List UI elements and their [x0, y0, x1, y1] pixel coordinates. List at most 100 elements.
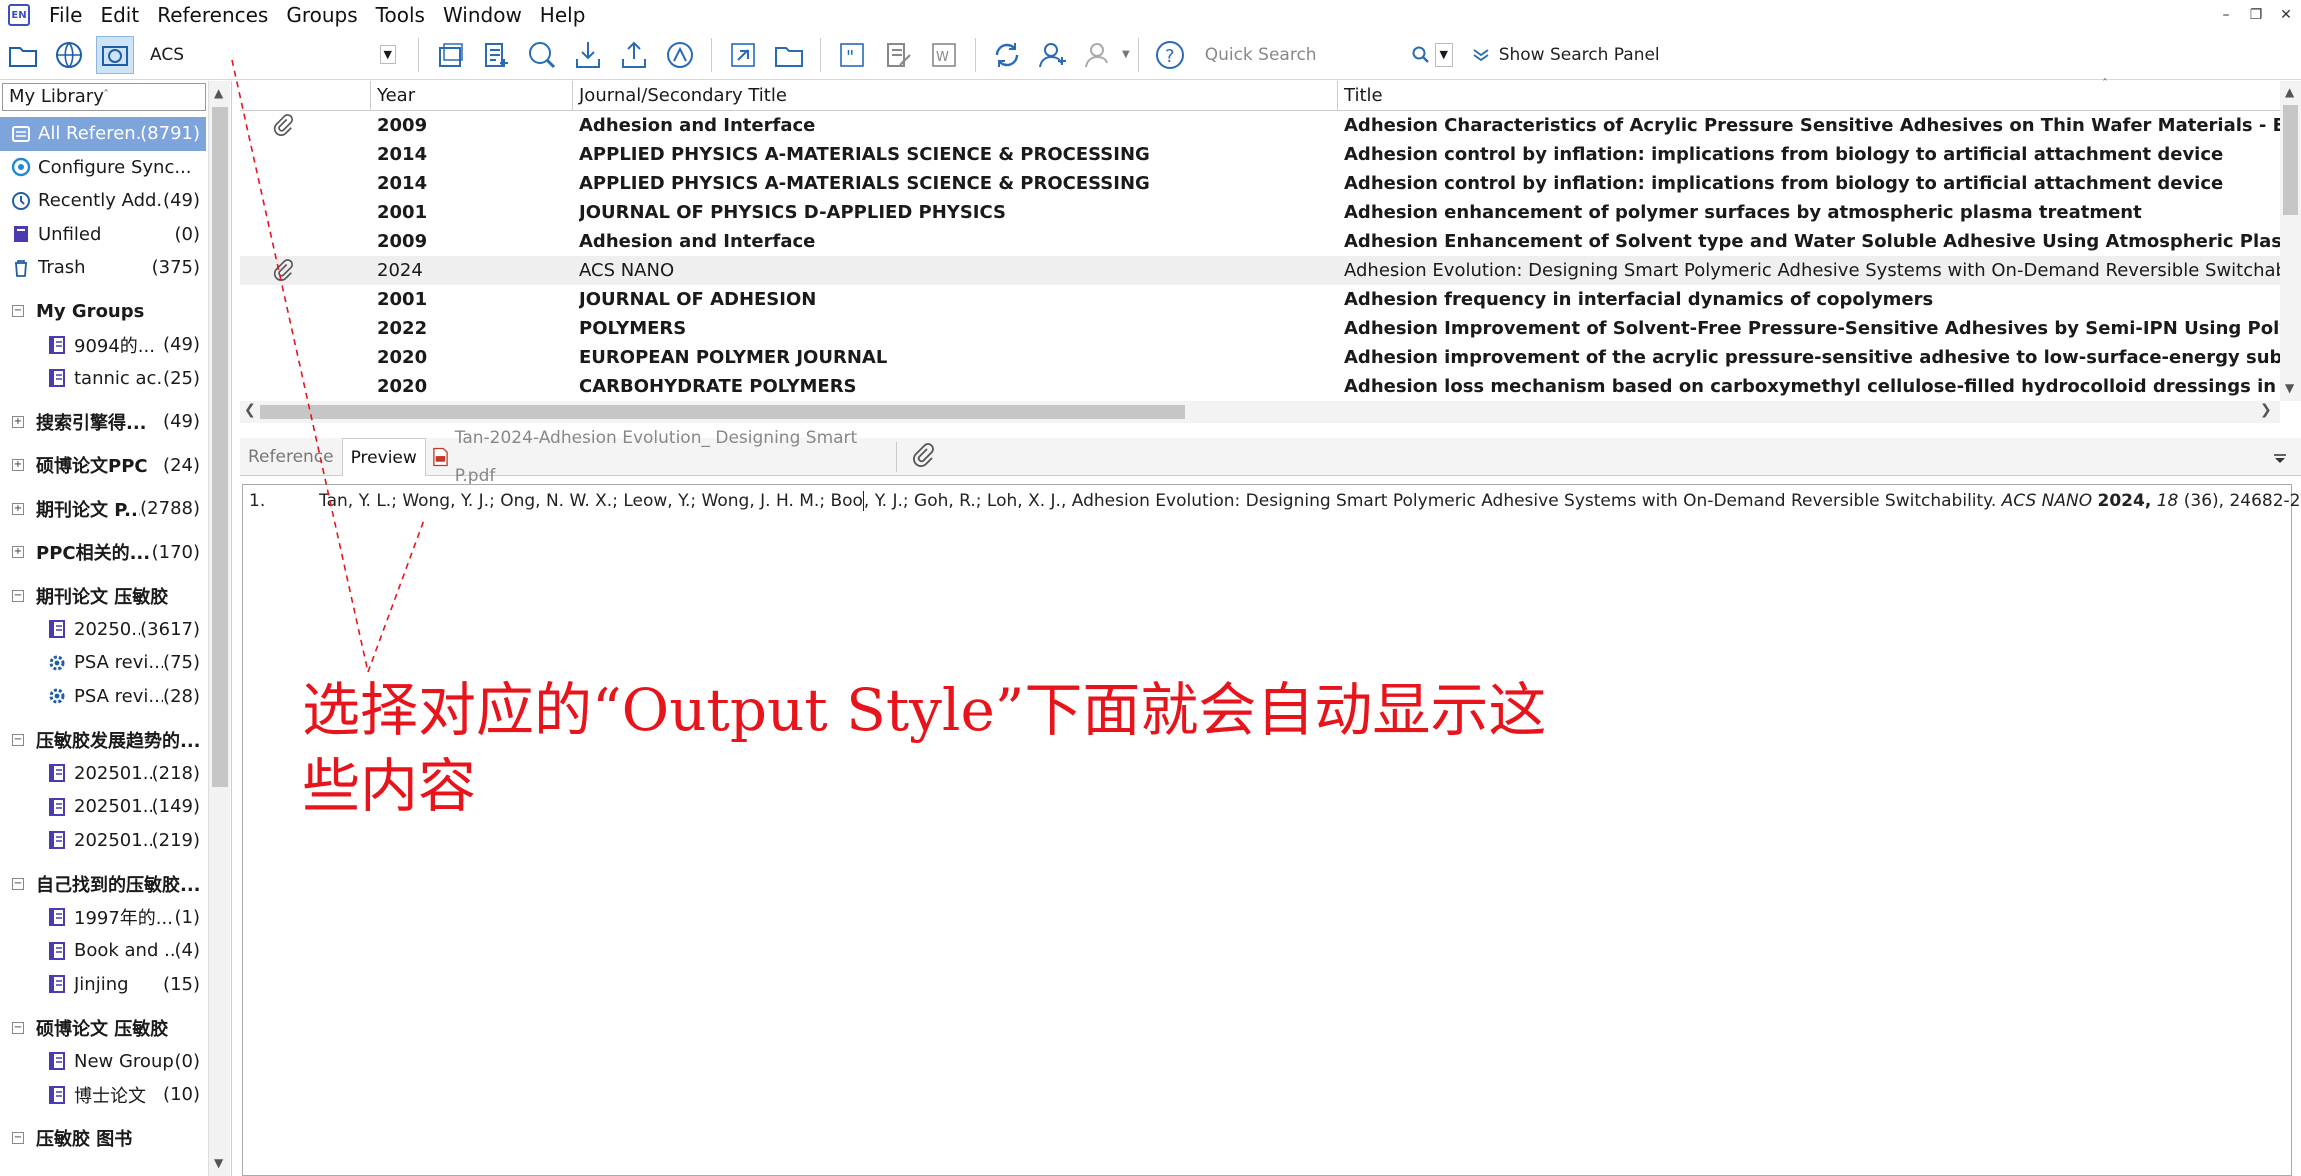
menu-references[interactable]: References	[148, 0, 277, 30]
library-item-trash[interactable]: Trash (375)	[0, 251, 206, 285]
group-set-header[interactable]: + 搜索引擎得... (49)	[0, 405, 206, 439]
collapse-icon[interactable]: −	[12, 589, 24, 602]
my-library-header[interactable]: My Library ˆ	[2, 83, 206, 111]
open-file-icon[interactable]	[770, 36, 808, 74]
group-item[interactable]: 202501... (149)	[0, 790, 206, 824]
table-row[interactable]: 2022 POLYMERS Adhesion Improvement of Solv…	[240, 314, 2280, 343]
column-title[interactable]: Title	[1337, 81, 2280, 111]
group-item[interactable]: Book and ... (4)	[0, 934, 206, 968]
group-set-header[interactable]: − 自己找到的压敏胶...	[0, 867, 206, 901]
table-row[interactable]: 2001 JOURNAL OF PHYSICS D-APPLIED PHYSICS…	[240, 198, 2280, 227]
search-icon[interactable]	[1407, 39, 1435, 71]
table-row[interactable]: 2020 CARBOHYDRATE POLYMERS Adhesion loss m…	[240, 372, 2280, 401]
menu-tools[interactable]: Tools	[367, 0, 434, 30]
scroll-down-icon[interactable]: ▼	[214, 1156, 223, 1170]
column-attachment[interactable]	[240, 81, 326, 111]
new-reference-icon[interactable]	[477, 36, 515, 74]
online-search-icon[interactable]	[50, 36, 88, 74]
show-search-panel-button[interactable]: Show Search Panel	[1471, 45, 1660, 65]
group-item[interactable]: tannic ac...(25)	[0, 362, 206, 396]
scrollbar-thumb[interactable]	[212, 107, 228, 787]
collapse-icon[interactable]: −	[12, 877, 24, 890]
group-item[interactable]: 202501... (218)	[0, 757, 206, 791]
collapse-icon[interactable]: −	[12, 1021, 24, 1034]
find-full-text-icon[interactable]	[523, 36, 561, 74]
column-journal[interactable]: Journal/Secondary Title	[572, 81, 1112, 111]
table-row[interactable]: 2009 Adhesion and Interface Adhesion Enhan…	[240, 227, 2280, 256]
restore-icon[interactable]: ❐	[2241, 0, 2271, 30]
scroll-up-icon[interactable]: ▲	[214, 86, 223, 100]
expand-icon[interactable]: +	[12, 415, 24, 428]
integrated-library-icon[interactable]	[96, 35, 134, 74]
expand-icon[interactable]: +	[12, 459, 24, 472]
help-icon[interactable]: ?	[1151, 36, 1189, 74]
group-item[interactable]: PSA revi... (28)	[0, 680, 206, 714]
menu-file[interactable]: File	[40, 0, 91, 30]
expand-icon[interactable]: +	[12, 502, 24, 515]
group-share-icon[interactable]	[1080, 36, 1118, 74]
library-item-recently-add[interactable]: Recently Add... (49)	[0, 184, 206, 218]
scrollbar-thumb[interactable]	[260, 405, 1185, 419]
group-item[interactable]: Jinjing (15)	[0, 968, 206, 1002]
expand-icon[interactable]: +	[12, 546, 24, 559]
collapse-icon[interactable]: −	[12, 1132, 24, 1145]
group-item[interactable]: 9094的... (49)	[0, 328, 206, 362]
quick-search-input[interactable]: Quick Search	[1197, 39, 1407, 71]
sync-icon[interactable]	[988, 36, 1026, 74]
word-icon[interactable]: W	[925, 36, 963, 74]
menu-help[interactable]: Help	[531, 0, 595, 30]
insert-citation-icon[interactable]: "	[833, 36, 871, 74]
group-set-header[interactable]: + 期刊论文 P... (2788)	[0, 492, 206, 526]
scroll-right-icon[interactable]: ❯	[2260, 402, 2272, 418]
collapse-icon[interactable]: −	[12, 305, 24, 318]
format-bibliography-icon[interactable]	[879, 36, 917, 74]
tab-reference[interactable]: Reference	[240, 438, 342, 476]
tab-preview[interactable]: Preview	[341, 437, 426, 476]
group-set-header[interactable]: − 硕博论文 压敏胶	[0, 1011, 206, 1045]
minimize-icon[interactable]: –	[2211, 0, 2241, 30]
scrollbar-thumb[interactable]	[2283, 105, 2298, 215]
group-item[interactable]: 20250...(3617)	[0, 613, 206, 647]
table-row[interactable]: 2009 Adhesion and Interface Adhesion Chara…	[240, 111, 2280, 140]
chevron-down-icon[interactable]: ▼	[1122, 49, 1130, 60]
library-item-unfiled[interactable]: Unfiled (0)	[0, 218, 206, 252]
scroll-down-icon[interactable]: ▼	[2285, 381, 2294, 395]
table-row[interactable]: 2001 JOURNAL OF ADHESION Adhesion frequenc…	[240, 285, 2280, 314]
table-row[interactable]: 2014 APPLIED PHYSICS A-MATERIALS SCIENCE …	[240, 169, 2280, 198]
import-icon[interactable]	[569, 36, 607, 74]
group-set-header[interactable]: − 期刊论文 压敏胶	[0, 579, 206, 613]
share-icon[interactable]	[1034, 36, 1072, 74]
menu-groups[interactable]: Groups	[277, 0, 366, 30]
collapse-icon[interactable]: −	[12, 733, 24, 746]
group-item[interactable]: 202501... (219)	[0, 824, 206, 858]
group-set-header[interactable]: + 硕博论文PPC (24)	[0, 449, 206, 483]
library-item-configure-sync[interactable]: Configure Sync...	[0, 151, 206, 185]
menu-edit[interactable]: Edit	[91, 0, 148, 30]
table-row[interactable]: 2020 EUROPEAN POLYMER JOURNAL Adhesion imp…	[240, 343, 2280, 372]
group-set-header[interactable]: − 压敏胶发展趋势的...	[0, 723, 206, 757]
group-item[interactable]: 1997年的... (1)	[0, 901, 206, 935]
menu-window[interactable]: Window	[434, 0, 531, 30]
local-library-icon[interactable]	[4, 36, 42, 74]
column-year[interactable]: Year	[370, 81, 508, 111]
library-item-all-referen[interactable]: All Referen...(8791)	[0, 117, 206, 151]
group-set-header[interactable]: − 压敏胶 图书	[0, 1122, 206, 1156]
group-set-header[interactable]: − My Groups	[0, 295, 206, 329]
scroll-up-icon[interactable]: ▲	[2285, 85, 2294, 99]
preview-pane[interactable]: 1. Tan, Y. L.; Wong, Y. J.; Ong, N. W. X.…	[242, 484, 2301, 1176]
group-item[interactable]: New Group (0)	[0, 1045, 206, 1079]
tab-pdf[interactable]: Tan-2024-Adhesion Evolution_ Designing S…	[426, 428, 886, 486]
find-pdf-icon[interactable]	[661, 36, 699, 74]
group-item[interactable]: 博士论文 (10)	[0, 1078, 206, 1112]
group-set-header[interactable]: + PPC相关的... (170)	[0, 536, 206, 570]
table-row[interactable]: 2014 APPLIED PHYSICS A-MATERIALS SCIENCE …	[240, 140, 2280, 169]
close-icon[interactable]: ✕	[2271, 0, 2301, 30]
scroll-left-icon[interactable]: ❮	[244, 402, 256, 418]
search-options-dropdown[interactable]: ▼	[1434, 42, 1453, 67]
group-item[interactable]: PSA revi... (75)	[0, 646, 206, 680]
open-link-icon[interactable]	[724, 36, 762, 74]
export-icon[interactable]	[615, 36, 653, 74]
pane-menu-icon[interactable]	[2273, 450, 2287, 469]
attach-file-icon[interactable]	[911, 442, 935, 471]
reference-vertical-scrollbar[interactable]: ▲ ▼	[2280, 81, 2301, 401]
